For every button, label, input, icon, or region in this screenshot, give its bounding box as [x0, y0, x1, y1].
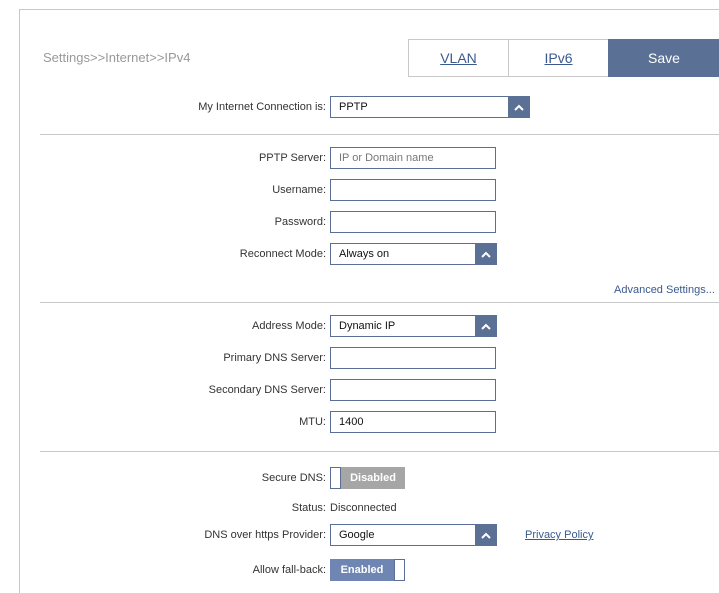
- section-divider: [40, 134, 719, 135]
- tab-bar: VLAN IPv6 Save: [408, 39, 719, 77]
- chevron-up-icon[interactable]: [475, 524, 497, 546]
- secure-dns-toggle[interactable]: Disabled: [330, 467, 405, 489]
- status-label: Status:: [291, 502, 326, 514]
- allow-fallback-state: Enabled: [330, 559, 394, 581]
- toggle-knob[interactable]: [330, 467, 341, 489]
- reconnect-mode-label: Reconnect Mode:: [239, 248, 326, 260]
- primary-dns-input[interactable]: [330, 347, 496, 369]
- breadcrumb: Settings>>Internet>>IPv4: [43, 50, 191, 65]
- mtu-input[interactable]: 1400: [330, 411, 496, 433]
- primary-dns-label: Primary DNS Server:: [223, 352, 326, 364]
- username-input[interactable]: [330, 179, 496, 201]
- connection-type-value: PPTP: [339, 101, 368, 113]
- password-label: Password:: [274, 216, 326, 228]
- reconnect-mode-select[interactable]: Always on: [330, 243, 497, 265]
- connection-type-select[interactable]: PPTP: [330, 96, 530, 118]
- pptp-server-label: PPTP Server:: [258, 152, 326, 164]
- address-mode-label: Address Mode:: [252, 320, 326, 332]
- chevron-up-icon[interactable]: [508, 96, 530, 118]
- privacy-policy-link[interactable]: Privacy Policy: [525, 529, 593, 541]
- reconnect-mode-value: Always on: [339, 248, 390, 260]
- secondary-dns-label: Secondary DNS Server:: [208, 384, 326, 396]
- secondary-dns-input[interactable]: [330, 379, 496, 401]
- chevron-up-icon[interactable]: [475, 315, 497, 337]
- address-mode-value: Dynamic IP: [339, 320, 396, 332]
- password-input[interactable]: [330, 211, 496, 233]
- tab-vlan[interactable]: VLAN: [408, 39, 508, 77]
- secure-dns-state: Disabled: [341, 467, 405, 489]
- address-mode-select[interactable]: Dynamic IP: [330, 315, 497, 337]
- username-label: Username:: [272, 184, 326, 196]
- pptp-server-input[interactable]: IP or Domain name: [330, 147, 496, 169]
- secure-dns-label: Secure DNS:: [261, 472, 326, 484]
- tab-ipv6[interactable]: IPv6: [508, 39, 608, 77]
- section-divider: [40, 302, 719, 303]
- toggle-knob[interactable]: [394, 559, 405, 581]
- dns-provider-value: Google: [339, 529, 375, 541]
- mtu-label: MTU:: [299, 416, 326, 428]
- dns-provider-select[interactable]: Google: [330, 524, 497, 546]
- status-value: Disconnected: [330, 502, 397, 514]
- save-button[interactable]: Save: [608, 39, 719, 77]
- dns-provider-label: DNS over https Provider:: [204, 529, 326, 541]
- section-divider: [40, 451, 719, 452]
- allow-fallback-toggle[interactable]: Enabled: [330, 559, 405, 581]
- connection-type-label: My Internet Connection is:: [198, 101, 326, 113]
- advanced-settings-link[interactable]: Advanced Settings...: [614, 284, 715, 296]
- allow-fallback-label: Allow fall-back:: [252, 564, 326, 576]
- chevron-up-icon[interactable]: [475, 243, 497, 265]
